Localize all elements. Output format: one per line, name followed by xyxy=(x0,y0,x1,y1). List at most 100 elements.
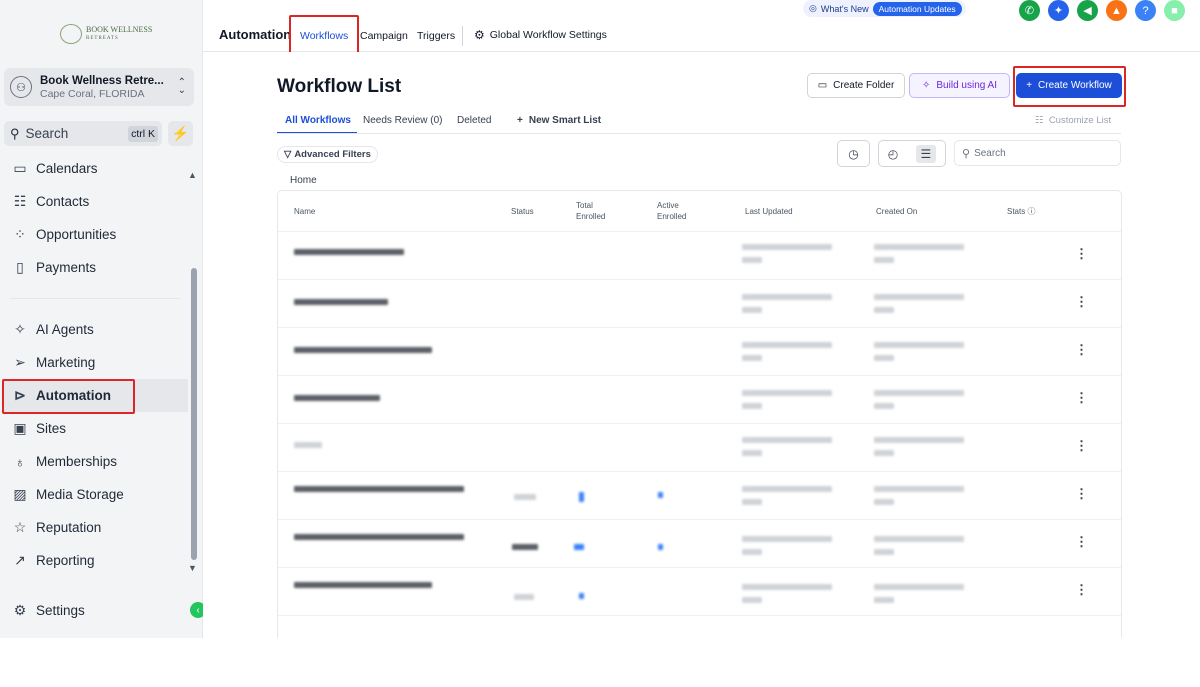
sidebar-search[interactable]: ⚲ Search ctrl K xyxy=(4,121,162,146)
sidebar-item-payments[interactable]: ▯ Payments xyxy=(2,251,188,284)
video-icon[interactable]: ■ xyxy=(1164,0,1185,21)
table-row[interactable]: ⋮ xyxy=(278,327,1121,375)
bell-icon[interactable]: ▲ xyxy=(1106,0,1127,21)
redacted-created-on xyxy=(874,257,894,263)
tab-separator xyxy=(462,26,463,46)
row-menu-icon[interactable]: ⋮ xyxy=(1075,438,1088,454)
phone-icon[interactable]: ✆ xyxy=(1019,0,1040,21)
sidebar-item-label: Contacts xyxy=(36,194,90,209)
workflow-search-input[interactable]: ⚲ Search xyxy=(954,140,1121,166)
sidebar-item-reputation[interactable]: ☆ Reputation xyxy=(2,511,188,544)
column-header-name[interactable]: Name xyxy=(294,206,315,217)
magic-wand-icon: ✧ xyxy=(922,80,931,91)
sidebar-item-opportunities[interactable]: ⁘ Opportunities xyxy=(2,218,188,251)
table-row[interactable]: ⋮ xyxy=(278,519,1121,567)
redacted-created-on xyxy=(874,403,894,409)
redacted-status xyxy=(514,594,534,600)
info-icon: ⓘ xyxy=(1027,207,1036,216)
history-button[interactable]: ◷ xyxy=(837,140,870,167)
build-using-ai-button[interactable]: ✧ Build using AI xyxy=(909,73,1010,98)
scroll-down-icon[interactable]: ▼ xyxy=(188,563,197,573)
history-icon: ◷ xyxy=(848,146,859,161)
whats-new-banner[interactable]: ◎ What's New Automation Updates xyxy=(803,0,966,17)
tab-triggers[interactable]: Triggers xyxy=(417,30,455,42)
chevron-updown-icon: ⌃ ⌄ xyxy=(177,77,186,96)
automation-updates-pill[interactable]: Automation Updates xyxy=(872,1,962,16)
scroll-up-icon[interactable]: ▲ xyxy=(188,170,197,180)
redacted-last-updated xyxy=(742,244,832,250)
redacted-last-updated xyxy=(742,403,762,409)
sidebar-item-ai-agents[interactable]: ✧ AI Agents xyxy=(2,313,188,346)
sidebar: BOOK WELLNESS RETREATS ⚇ Book Wellness R… xyxy=(0,0,203,638)
sidebar-item-calendars[interactable]: ▭ Calendars xyxy=(2,152,188,185)
redacted-created-on xyxy=(874,307,894,313)
search-icon: ⚲ xyxy=(10,125,20,141)
marketing-icon: ➢ xyxy=(14,354,26,370)
help-icon[interactable]: ? xyxy=(1135,0,1156,21)
row-menu-icon[interactable]: ⋮ xyxy=(1075,486,1088,502)
advanced-filters-button[interactable]: ▽ Advanced Filters xyxy=(277,146,378,163)
column-header-status[interactable]: Status xyxy=(511,206,534,217)
row-menu-icon[interactable]: ⋮ xyxy=(1075,390,1088,406)
table-row[interactable]: ⋮ xyxy=(278,471,1121,519)
quick-actions-bolt-icon[interactable]: ⚡ xyxy=(168,121,193,146)
table-row[interactable]: ⋮ xyxy=(278,567,1121,615)
sidebar-item-media-storage[interactable]: ▨ Media Storage xyxy=(2,478,188,511)
sidebar-item-marketing[interactable]: ➢ Marketing xyxy=(2,346,188,379)
row-menu-icon[interactable]: ⋮ xyxy=(1075,534,1088,550)
column-header-last-updated[interactable]: Last Updated xyxy=(745,206,793,217)
tab-global-workflow-settings[interactable]: ⚙ Global Workflow Settings xyxy=(474,28,607,42)
sidebar-item-memberships[interactable]: ♁ Memberships xyxy=(2,445,188,478)
table-row[interactable]: ⋮ xyxy=(278,375,1121,423)
column-header-stats[interactable]: Stats ⓘ xyxy=(1007,206,1035,217)
redacted-last-updated xyxy=(742,437,832,443)
view-toggle[interactable]: ◴ ☰ xyxy=(878,140,946,167)
row-menu-icon[interactable]: ⋮ xyxy=(1075,246,1088,262)
table-row[interactable]: ⋮ xyxy=(278,279,1121,327)
brand-logo[interactable]: BOOK WELLNESS RETREATS xyxy=(60,24,152,44)
list-view-icon[interactable]: ☰ xyxy=(915,144,937,163)
sidebar-item-reporting[interactable]: ↗ Reporting xyxy=(2,544,188,577)
payments-icon: ▯ xyxy=(16,259,24,275)
sidebar-item-label: Opportunities xyxy=(36,227,117,242)
settings-icon: ⚙ xyxy=(13,602,27,618)
redacted-created-on xyxy=(874,584,964,590)
new-smart-list-label: New Smart List xyxy=(528,115,602,126)
row-menu-icon[interactable]: ⋮ xyxy=(1075,294,1088,310)
column-header-active-enrolled[interactable]: Active Enrolled xyxy=(657,200,697,222)
table-row[interactable]: ⋮ xyxy=(278,231,1121,279)
table-row[interactable] xyxy=(278,615,1121,639)
account-switcher[interactable]: ⚇ Book Wellness Retre... Cape Coral, FLO… xyxy=(4,68,194,106)
redacted-last-updated xyxy=(742,390,832,396)
row-menu-icon[interactable]: ⋮ xyxy=(1075,582,1088,598)
main-content: Workflow List ▭ Create Folder ✧ Build us… xyxy=(203,52,1200,638)
sparkle-icon[interactable]: ✦ xyxy=(1048,0,1069,21)
row-menu-icon[interactable]: ⋮ xyxy=(1075,342,1088,358)
customize-list-button[interactable]: ☷ Customize List xyxy=(1035,115,1111,126)
create-folder-button[interactable]: ▭ Create Folder xyxy=(807,73,905,98)
redacted-created-on xyxy=(874,597,894,603)
table-row[interactable]: ⋮ xyxy=(278,423,1121,471)
sidebar-item-settings[interactable]: ⚙ Settings xyxy=(2,594,188,627)
breadcrumb[interactable]: Home xyxy=(290,175,317,186)
lotus-logo-icon xyxy=(60,24,82,44)
sidebar-item-sites[interactable]: ▣ Sites xyxy=(2,412,188,445)
new-smart-list-button[interactable]: + New Smart List xyxy=(517,115,601,126)
tab-needs-review[interactable]: Needs Review (0) xyxy=(363,115,442,126)
redacted-last-updated xyxy=(742,257,762,263)
contacts-icon: ☷ xyxy=(13,193,27,209)
tab-campaign[interactable]: Campaign xyxy=(360,30,408,42)
sidebar-item-contacts[interactable]: ☷ Contacts xyxy=(2,185,188,218)
redacted-last-updated xyxy=(742,486,832,492)
search-placeholder: Search xyxy=(974,147,1006,159)
redacted-created-on xyxy=(874,437,964,443)
tab-deleted[interactable]: Deleted xyxy=(457,115,491,126)
reputation-icon: ☆ xyxy=(13,519,27,535)
tab-all-workflows[interactable]: All Workflows xyxy=(285,115,351,126)
column-header-total-enrolled[interactable]: Total Enrolled xyxy=(576,200,616,222)
clock-icon[interactable]: ◴ xyxy=(888,147,898,161)
active-enrolled-bar xyxy=(658,544,663,550)
column-header-created-on[interactable]: Created On xyxy=(876,206,917,217)
sidebar-scrollbar[interactable] xyxy=(191,268,197,560)
megaphone-icon[interactable]: ◀ xyxy=(1077,0,1098,21)
